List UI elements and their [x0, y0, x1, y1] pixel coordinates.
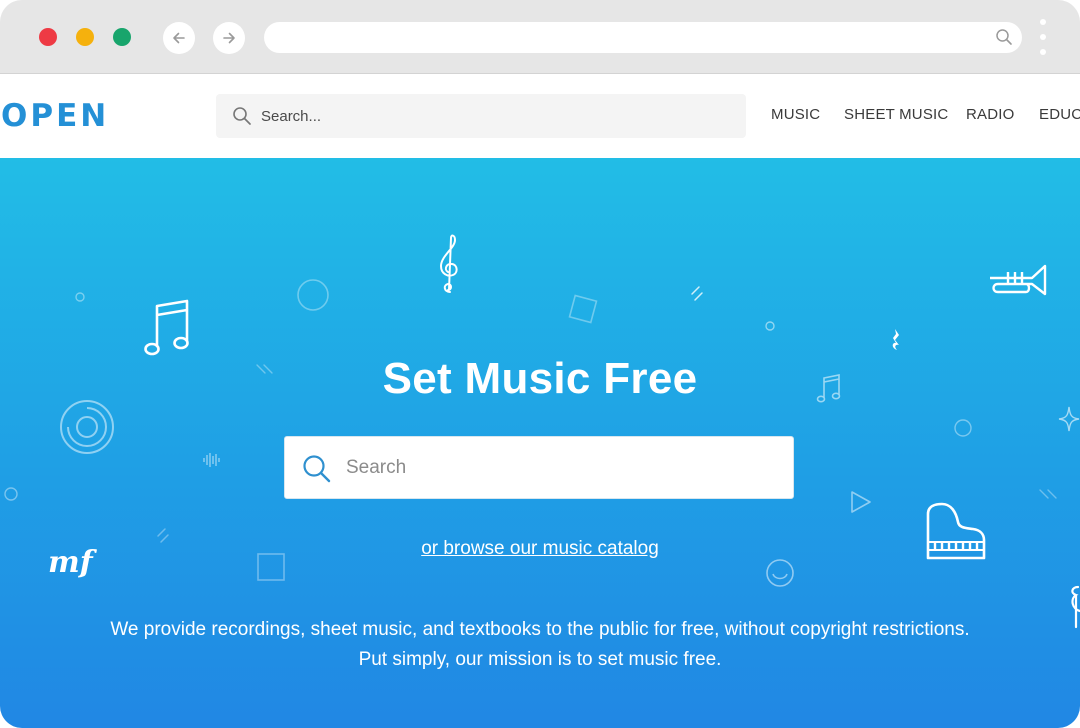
nav-item-radio[interactable]: RADIO [966, 106, 1015, 123]
browser-window: OPEN MUSIC SHEET MUSIC RADIO EDUCA [0, 0, 1080, 728]
circle-icon [4, 487, 18, 501]
header-search-input[interactable] [261, 100, 721, 132]
nav-item-education[interactable]: EDUCA [1039, 106, 1080, 123]
browse-catalog: or browse our music catalog [0, 538, 1080, 560]
search-icon [233, 107, 251, 125]
hero-title: Set Music Free [382, 354, 698, 403]
arrow-left-icon [173, 32, 185, 44]
address-bar[interactable] [264, 22, 1022, 53]
arrow-right-icon [223, 32, 235, 44]
more-vertical-icon[interactable] [1039, 19, 1047, 55]
smiley-icon [766, 559, 794, 587]
circle-icon [765, 321, 775, 331]
hero-search-box[interactable] [284, 436, 794, 499]
vinyl-icon [60, 400, 114, 454]
nav-item-music[interactable]: MUSIC [771, 106, 820, 123]
quarter-rest-icon [892, 329, 899, 350]
browser-toolbar [0, 0, 1080, 74]
browse-catalog-link[interactable]: or browse our music catalog [421, 538, 659, 559]
circle-icon [75, 292, 85, 302]
circle-icon [297, 279, 329, 311]
square-icon [568, 294, 598, 324]
search-icon [996, 29, 1012, 45]
hero-section: mf Set Music Free Search or browse our m… [0, 158, 1080, 728]
close-window-button[interactable] [39, 28, 57, 46]
sparkle-icon [1058, 406, 1080, 432]
maximize-window-button[interactable] [113, 28, 131, 46]
treble-clef-icon [439, 234, 458, 293]
beamed-notes-icon [144, 299, 189, 356]
slash-icon [691, 286, 703, 301]
play-icon [851, 491, 871, 513]
sound-wave-icon [203, 453, 220, 467]
hero-search-input[interactable] [346, 451, 766, 485]
slash-icon [1039, 489, 1057, 499]
site-header: OPEN MUSIC SHEET MUSIC RADIO EDUCA [0, 74, 1080, 158]
minimize-window-button[interactable] [76, 28, 94, 46]
trumpet-icon [990, 264, 1047, 296]
site-logo[interactable]: OPEN [1, 98, 109, 134]
nav-item-sheet-music[interactable]: SHEET MUSIC [844, 106, 948, 123]
search-icon [303, 455, 331, 483]
header-search-box[interactable] [216, 94, 746, 138]
treble-clef-icon [1071, 585, 1080, 629]
mission-statement: We provide recordings, sheet music, and … [110, 619, 970, 670]
back-button[interactable] [163, 22, 195, 54]
circle-icon [954, 419, 972, 437]
forward-button[interactable] [213, 22, 245, 54]
